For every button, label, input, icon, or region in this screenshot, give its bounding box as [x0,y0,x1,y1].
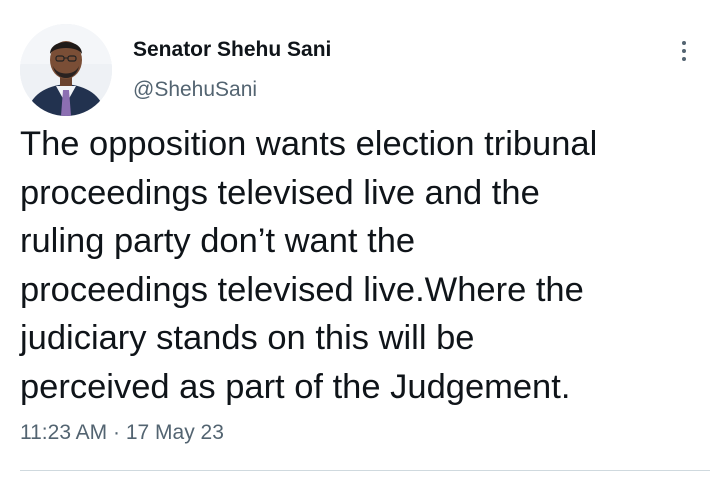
avatar-photo-icon [20,24,112,116]
meta-separator: · [113,421,121,444]
tweet-card: Senator Shehu Sani @ShehuSani The opposi… [0,0,720,484]
author-name[interactable]: Senator Shehu Sani [133,38,331,62]
tweet-text-line: ruling party don’t want the [20,222,416,260]
tweet-text-line: judiciary stands on this will be [20,319,475,357]
tweet-text-line: proceedings televised live.Where the [20,270,584,309]
tweet-text-line: The opposition wants election tribunal [20,125,598,163]
author-avatar[interactable] [20,24,112,116]
tweet-text-line: perceived as part of the Judgement. [20,367,571,406]
tweet-timestamp[interactable]: 11:23 AM · 17 May 23 [20,421,224,445]
tweet-text-line: proceedings televised live and the [20,173,540,212]
divider [20,470,710,471]
tweet-text: The opposition wants election tribunal p… [20,120,710,411]
more-vertical-icon[interactable] [674,36,694,66]
tweet-time: 11:23 AM [20,421,108,444]
tweet-date: 17 May 23 [125,421,224,444]
author-handle[interactable]: @ShehuSani [133,78,257,102]
